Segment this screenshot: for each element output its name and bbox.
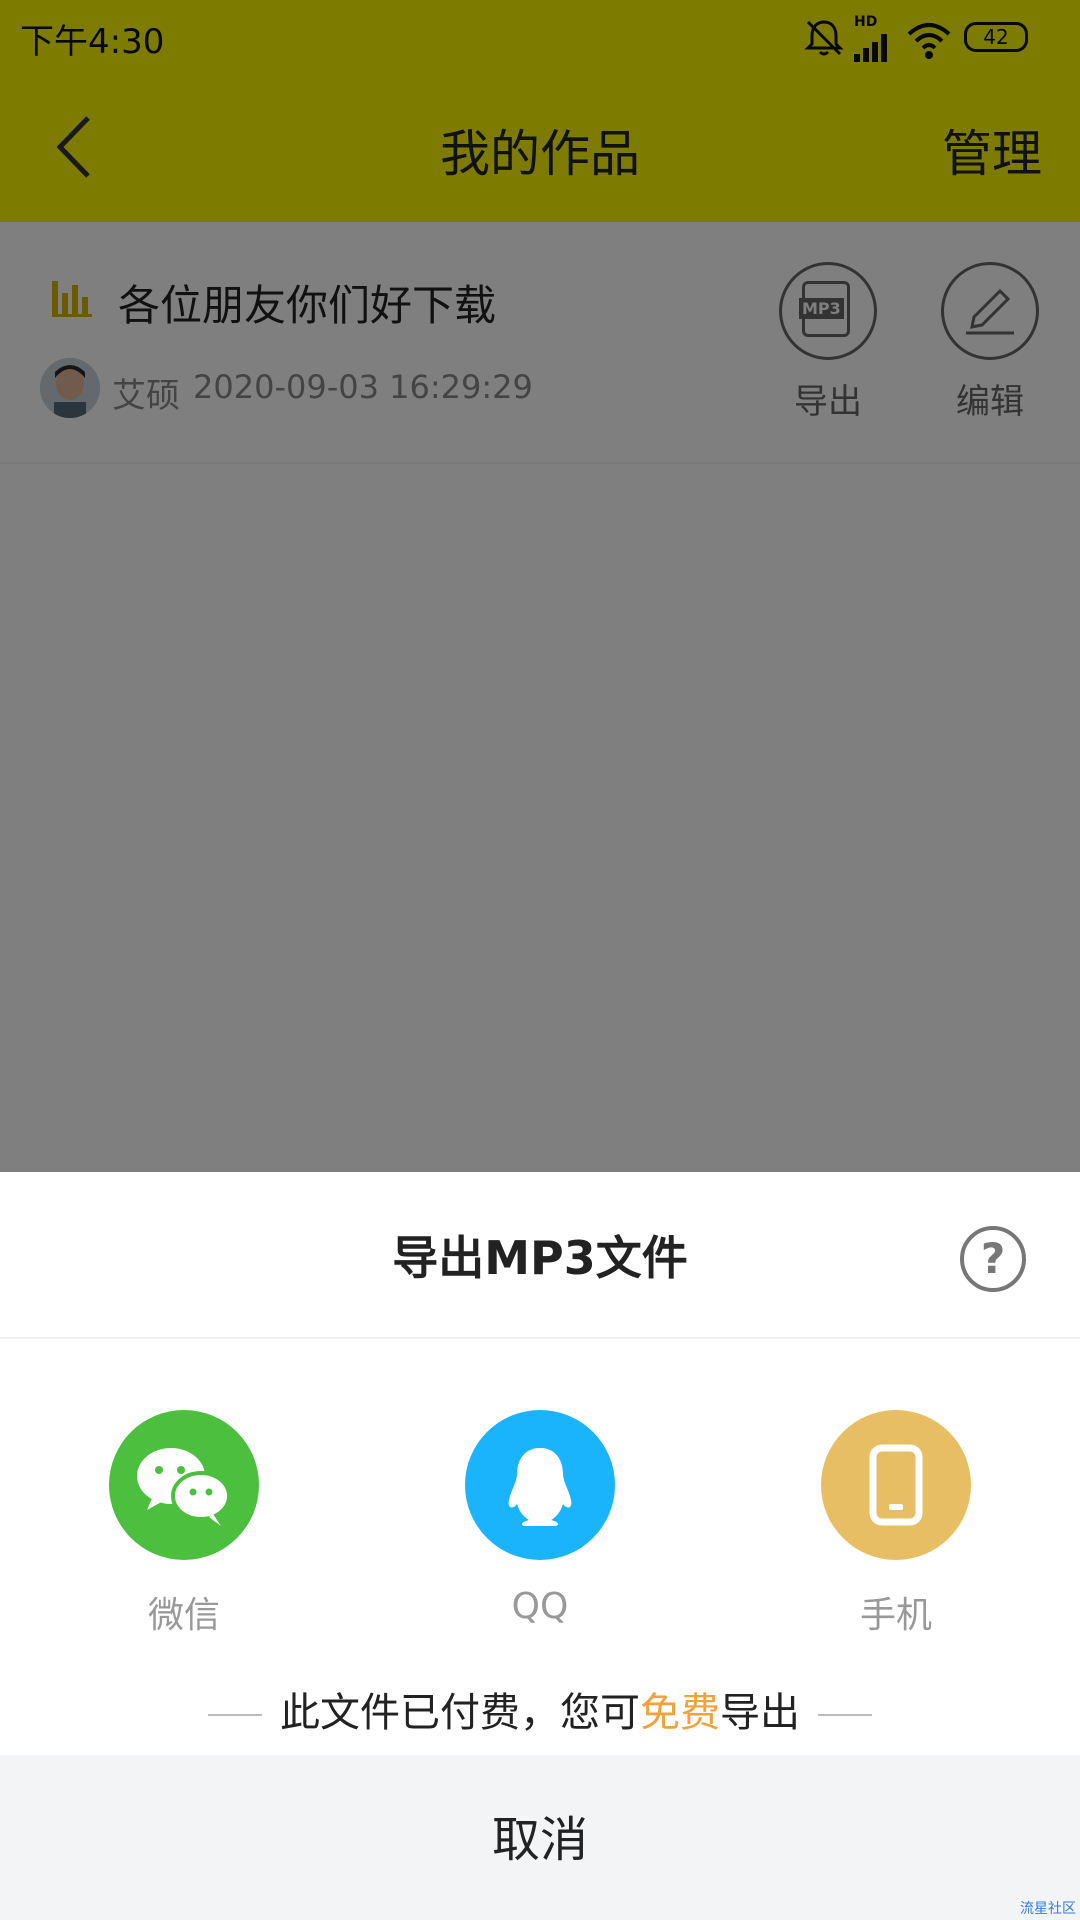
- divider-line-left: [208, 1714, 262, 1716]
- share-option-qq[interactable]: QQ: [450, 1410, 630, 1627]
- share-option-phone[interactable]: 手机: [806, 1410, 986, 1638]
- share-option-wechat[interactable]: 微信: [94, 1410, 274, 1638]
- help-icon[interactable]: ?: [960, 1226, 1026, 1292]
- notice-suffix: 导出: [720, 1690, 800, 1736]
- phone-icon: [869, 1444, 923, 1526]
- cancel-area: 取消 流星社区: [0, 1755, 1080, 1920]
- notice-free: 免费: [640, 1690, 720, 1736]
- share-option-label: 微信: [147, 1595, 220, 1636]
- export-bottom-sheet: 导出MP3文件 ? 微信 QQ 手机 此文件已付费，您可免费导出 取消 流星社区: [0, 1172, 1080, 1920]
- sheet-title: 导出MP3文件: [392, 1231, 688, 1285]
- cancel-button[interactable]: 取消: [0, 1800, 1080, 1870]
- phone-circle: [821, 1410, 971, 1560]
- divider-line-right: [818, 1714, 872, 1716]
- wechat-circle: [109, 1410, 259, 1560]
- share-option-label: QQ: [511, 1586, 569, 1627]
- qq-circle: [465, 1410, 615, 1560]
- sheet-header: 导出MP3文件 ?: [0, 1172, 1080, 1339]
- qq-icon: [508, 1448, 572, 1526]
- wechat-icon: [137, 1448, 231, 1526]
- paid-notice: 此文件已付费，您可免费导出: [0, 1680, 1080, 1738]
- notice-prefix: 此文件已付费，您可: [280, 1690, 640, 1736]
- modal-overlay[interactable]: [0, 0, 1080, 1172]
- watermark: 流星社区: [1020, 1901, 1076, 1917]
- share-option-label: 手机: [859, 1595, 932, 1636]
